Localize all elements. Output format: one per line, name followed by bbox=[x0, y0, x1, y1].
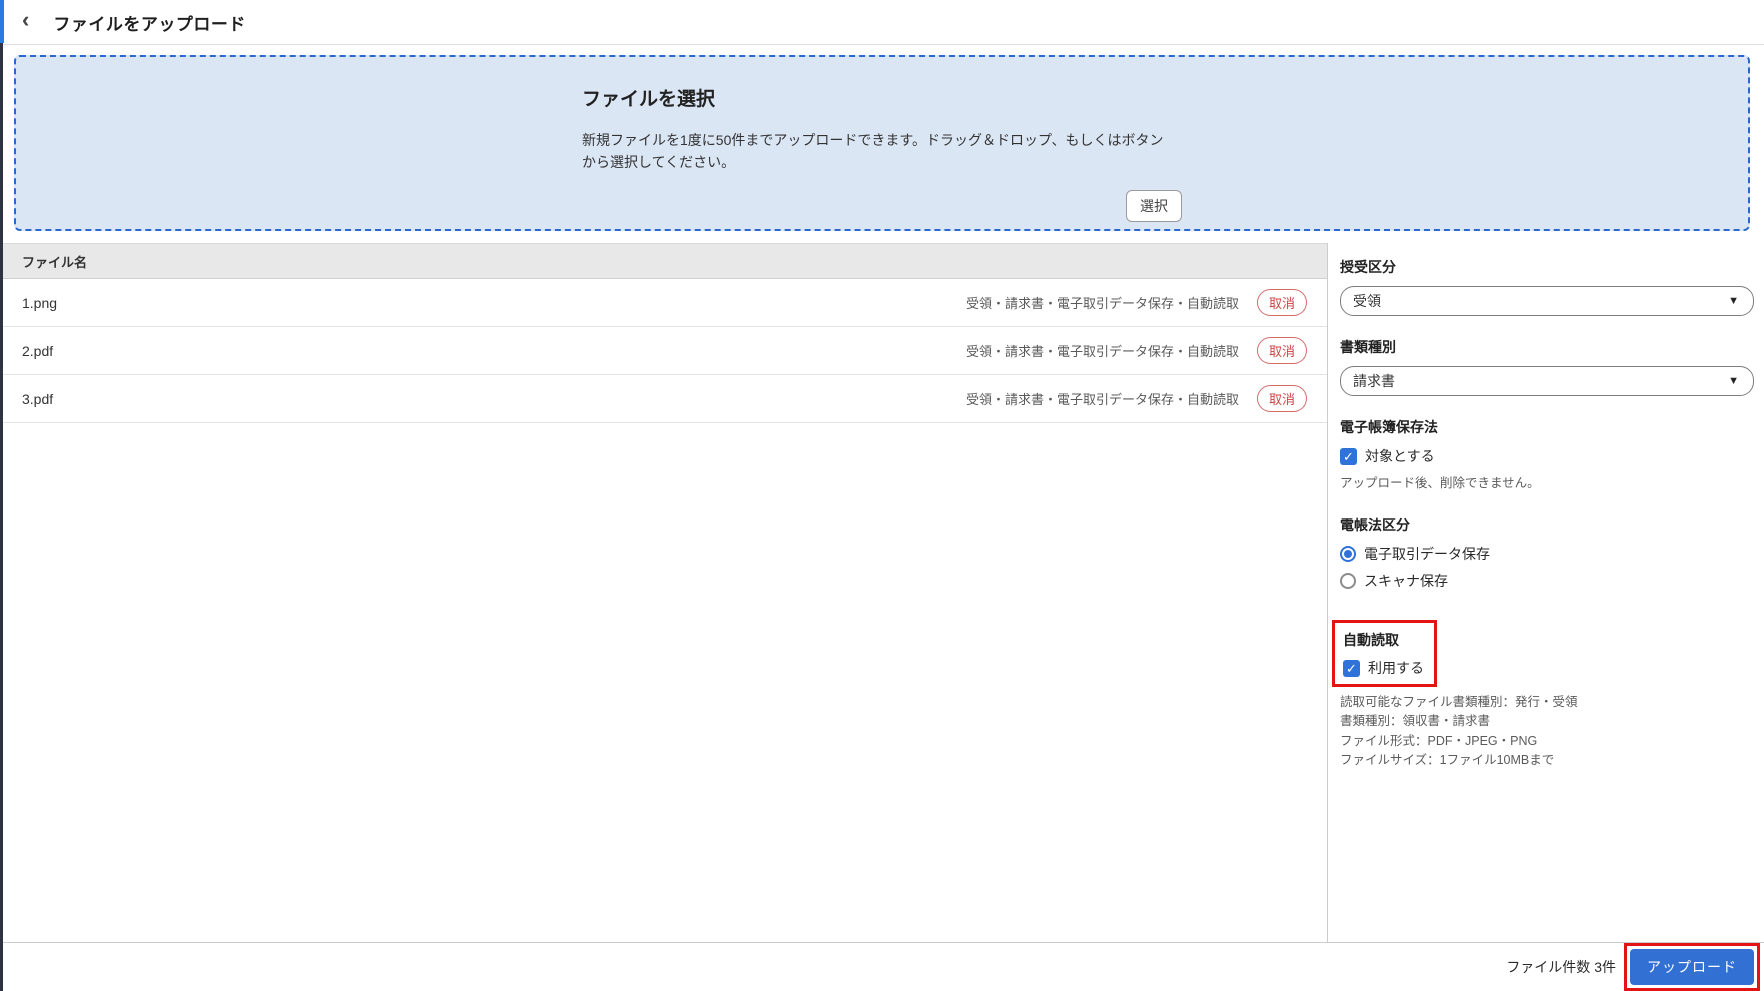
cancel-button[interactable]: 取消 bbox=[1256, 385, 1307, 412]
denshi-law-label: 電子帳簿保存法 bbox=[1340, 419, 1438, 435]
file-table-header: ファイル名 bbox=[0, 243, 1327, 279]
radio-unselected-icon[interactable] bbox=[1340, 573, 1356, 589]
upload-button[interactable]: アップロード bbox=[1630, 949, 1754, 985]
radio-selected-icon[interactable] bbox=[1340, 546, 1356, 562]
auto-read-checkbox-label: 利用する bbox=[1368, 660, 1424, 676]
upload-page: ‹ ファイルをアップロード ファイルを選択 新規ファイルを1度に50件までアップ… bbox=[0, 0, 1764, 991]
radio-option-scanner[interactable]: スキャナ保存 bbox=[1340, 571, 1754, 591]
table-row: 3.pdf 受領・請求書・電子取引データ保存・自動読取 取消 bbox=[0, 375, 1327, 423]
checkbox-checked-icon[interactable]: ✓ bbox=[1343, 659, 1360, 677]
file-name: 1.png bbox=[22, 294, 58, 311]
cancel-button[interactable]: 取消 bbox=[1256, 289, 1307, 316]
settings-panel: 授受区分 受領 ▼ 書類種別 請求書 ▼ 電子帳簿保存法 ✓ 対象とする アップ… bbox=[1328, 243, 1764, 942]
table-row: 1.png 受領・請求書・電子取引データ保存・自動読取 取消 bbox=[0, 279, 1327, 327]
auto-read-note: ファイルサイズ：1ファイル10MBまで bbox=[1340, 753, 1555, 768]
auto-read-label: 自動読取 bbox=[1343, 632, 1399, 648]
denshi-law-checkbox-label: 対象とする bbox=[1365, 448, 1435, 464]
file-table: ファイル名 1.png 受領・請求書・電子取引データ保存・自動読取 取消 2.p… bbox=[0, 243, 1328, 942]
highlight-box-auto-read: 自動読取 ✓ 利用する bbox=[1332, 620, 1437, 687]
auto-read-note: 読取可能なファイル書類種別：発行・受領 bbox=[1340, 695, 1578, 709]
table-row: 2.pdf 受領・請求書・電子取引データ保存・自動読取 取消 bbox=[0, 327, 1327, 375]
dropzone-description-line2: から選択してください。 bbox=[582, 154, 736, 171]
auto-read-notes: 読取可能なファイル書類種別：発行・受領 書類種別：領収書・請求書 ファイル形式：… bbox=[1340, 693, 1754, 771]
chevron-down-icon: ▼ bbox=[1728, 295, 1739, 307]
file-count-text: ファイル件数 3件 bbox=[1506, 959, 1616, 975]
file-name: 3.pdf bbox=[22, 390, 54, 407]
file-tags: 受領・請求書・電子取引データ保存・自動読取 bbox=[965, 296, 1239, 311]
page-title: ファイルをアップロード bbox=[53, 14, 246, 34]
back-chevron-icon[interactable]: ‹ bbox=[22, 9, 35, 35]
radio-option-electronic-data[interactable]: 電子取引データ保存 bbox=[1340, 544, 1754, 564]
radio-option-label: スキャナ保存 bbox=[1364, 573, 1448, 589]
radio-option-label: 電子取引データ保存 bbox=[1364, 546, 1490, 562]
category-select[interactable]: 受領 ▼ bbox=[1340, 286, 1754, 316]
dropzone-wrapper: ファイルを選択 新規ファイルを1度に50件までアップロードできます。ドラッグ＆ド… bbox=[0, 45, 1764, 243]
denshi-law-checkbox-row[interactable]: ✓ 対象とする bbox=[1340, 446, 1754, 466]
checkbox-checked-icon[interactable]: ✓ bbox=[1340, 447, 1357, 465]
dropzone-description-line1: 新規ファイルを1度に50件までアップロードできます。ドラッグ＆ドロップ、もしくは… bbox=[582, 132, 1164, 148]
auto-read-checkbox-row[interactable]: ✓ 利用する bbox=[1343, 658, 1424, 678]
dropzone-button-row: 選択 bbox=[582, 189, 1182, 222]
left-edge-accent-bar bbox=[0, 0, 4, 43]
dropzone-content: ファイルを選択 新規ファイルを1度に50件までアップロードできます。ドラッグ＆ド… bbox=[582, 57, 1182, 229]
auto-read-note: ファイル形式：PDF・JPEG・PNG bbox=[1340, 733, 1538, 748]
dropzone-description: 新規ファイルを1度に50件までアップロードできます。ドラッグ＆ドロップ、もしくは… bbox=[582, 129, 1182, 174]
doc-type-label: 書類種別 bbox=[1340, 339, 1396, 355]
doc-type-select[interactable]: 請求書 ▼ bbox=[1340, 366, 1754, 396]
category-label: 授受区分 bbox=[1340, 259, 1396, 275]
file-select-button[interactable]: 選択 bbox=[1126, 189, 1182, 222]
file-dropzone[interactable]: ファイルを選択 新規ファイルを1度に50件までアップロードできます。ドラッグ＆ド… bbox=[14, 55, 1750, 231]
cancel-button[interactable]: 取消 bbox=[1256, 337, 1307, 364]
auto-read-note: 書類種別：領収書・請求書 bbox=[1340, 714, 1491, 729]
category-selected-value: 受領 bbox=[1353, 293, 1381, 309]
file-tags: 受領・請求書・電子取引データ保存・自動読取 bbox=[965, 344, 1239, 359]
page-header: ‹ ファイルをアップロード bbox=[0, 0, 1764, 45]
file-name: 2.pdf bbox=[22, 342, 54, 359]
doc-type-selected-value: 請求書 bbox=[1353, 373, 1395, 389]
dropzone-title: ファイルを選択 bbox=[582, 89, 716, 110]
chevron-down-icon: ▼ bbox=[1728, 375, 1739, 387]
highlight-box-upload: アップロード bbox=[1624, 943, 1760, 991]
left-edge-dark-bar bbox=[0, 43, 3, 991]
file-tags: 受領・請求書・電子取引データ保存・自動読取 bbox=[965, 392, 1239, 407]
denshi-law-note: アップロード後、削除できません。 bbox=[1340, 476, 1540, 490]
footer-bar: ファイル件数 3件 アップロード bbox=[0, 942, 1764, 991]
main-content: ファイル名 1.png 受領・請求書・電子取引データ保存・自動読取 取消 2.p… bbox=[0, 243, 1764, 942]
law-category-label: 電帳法区分 bbox=[1340, 517, 1410, 533]
